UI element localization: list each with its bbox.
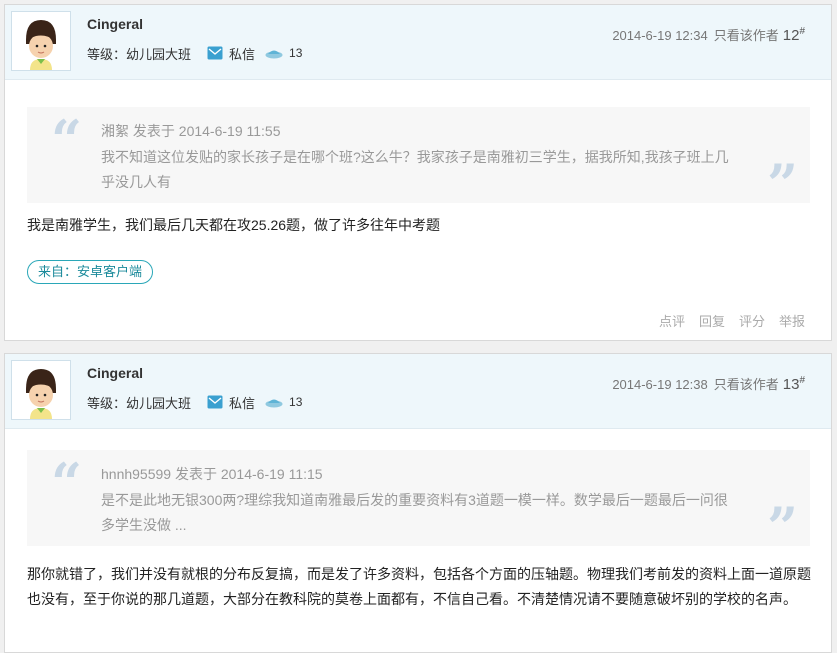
coin-count-value: 13 [289,46,303,60]
avatar[interactable] [11,11,71,71]
close-quote-icon: ” [766,152,798,216]
floor-number[interactable]: 12# [783,26,805,44]
private-message-label: 私信 [229,46,256,62]
coin-icon [265,50,283,59]
post-content: 我是南雅学生，我们最后几天都在攻25.26题，做了许多往年中考题 [27,217,441,233]
private-message-label: 私信 [229,395,256,411]
post-timestamp: 2014-6-19 12:38 [612,377,708,392]
coin-count: 13 [265,395,302,409]
username[interactable]: Cingeral [87,365,143,381]
reply-link[interactable]: 回复 [699,311,725,330]
quote-block: “ 湘絮 发表于 2014-6-19 11:55 我不知道这位发贴的家长孩子是在… [27,107,810,211]
mail-icon [207,395,223,409]
forum-post: Cingeral 等级：幼儿园大班 私信 13 2014-6-19 12:34 … [4,4,832,341]
post-info: 2014-6-19 12:38 只看该作者 13# [612,374,805,393]
avatar[interactable] [11,360,71,420]
post-info: 2014-6-19 12:34 只看该作者 12# [612,25,805,44]
quote-text: 是不是此地无银300两?理综我知道南雅最后发的重要资料有3道题一模一样。数学最后… [101,492,728,533]
floor-number[interactable]: 13# [783,375,805,393]
user-level: 等级：幼儿园大班 [87,395,192,411]
user-level: 等级：幼儿园大班 [87,46,192,62]
forum-post: Cingeral 等级：幼儿园大班 私信 13 2014-6-19 12:38 … [4,353,832,653]
only-author-link[interactable]: 只看该作者 [714,374,779,393]
quote-author-line: 湘絮 发表于 2014-6-19 11:55 [101,123,281,139]
open-quote-icon: “ [51,451,83,515]
post-header: Cingeral 等级：幼儿园大班 私信 13 2014-6-19 12:38 … [5,354,831,429]
only-author-link[interactable]: 只看该作者 [714,25,779,44]
username[interactable]: Cingeral [87,16,143,32]
post-actions: 点评 回复 评分 举报 [659,311,805,330]
post-content: 那你就错了，我们并没有就根的分布反复搞，而是发了许多资料，包括各个方面的压轴题。… [27,566,811,607]
rate-link[interactable]: 评分 [739,311,765,330]
comment-link[interactable]: 点评 [659,311,685,330]
post-timestamp: 2014-6-19 12:34 [612,28,708,43]
user-meta: 等级：幼儿园大班 私信 13 [87,393,302,411]
report-link[interactable]: 举报 [779,311,805,330]
source-badge[interactable]: 来自：安卓客户端 [27,260,154,284]
user-meta: 等级：幼儿园大班 私信 13 [87,44,302,62]
coin-count: 13 [265,46,302,60]
close-quote-icon: ” [766,495,798,559]
coin-icon [265,399,283,408]
private-message-link[interactable]: 私信 [207,393,255,412]
open-quote-icon: “ [51,108,83,172]
mail-icon [207,46,223,60]
quote-block: “ hnnh95599 发表于 2014-6-19 11:15 是不是此地无银3… [27,450,810,554]
quote-author-line: hnnh95599 发表于 2014-6-19 11:15 [101,466,323,482]
coin-count-value: 13 [289,395,303,409]
quote-text: 我不知道这位发贴的家长孩子是在哪个班?这么牛？我家孩子是南雅初三学生，据我所知,… [101,149,729,190]
private-message-link[interactable]: 私信 [207,44,255,63]
post-header: Cingeral 等级：幼儿园大班 私信 13 2014-6-19 12:34 … [5,5,831,80]
